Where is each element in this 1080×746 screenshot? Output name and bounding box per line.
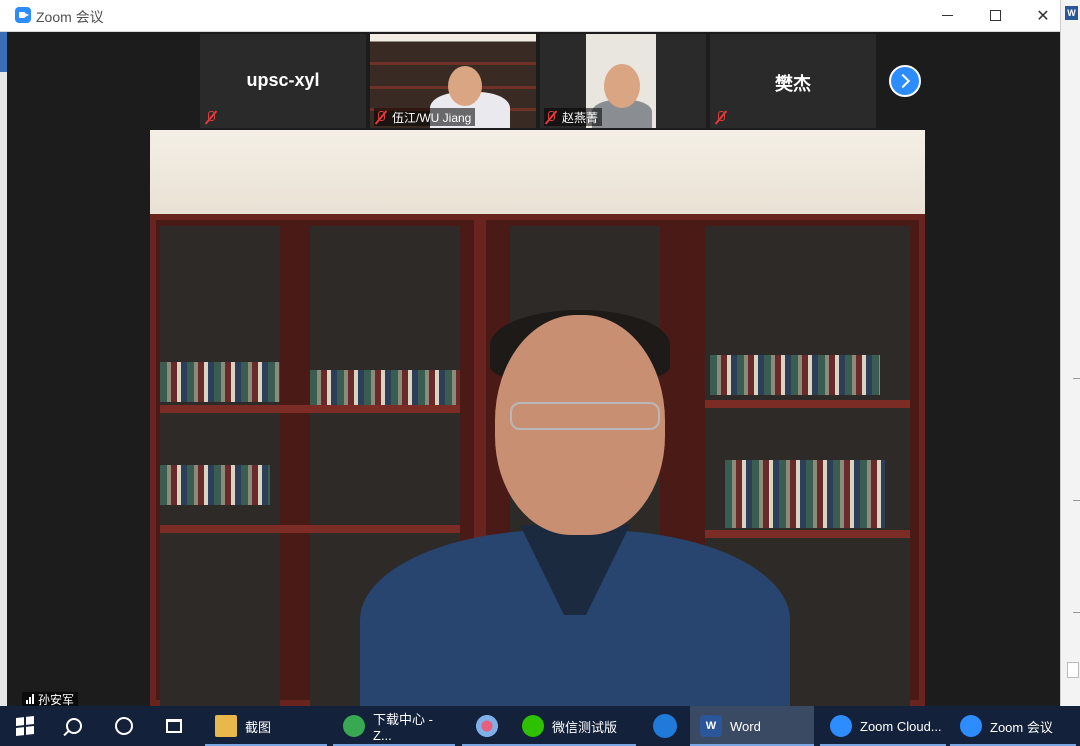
background-word-window[interactable]: W <box>1060 0 1080 706</box>
participant-name: 樊杰 <box>775 74 811 94</box>
mic-muted-icon <box>374 110 388 125</box>
scroll-arrow-icon[interactable] <box>1067 662 1079 678</box>
taskbar-app-download-center[interactable]: 下载中心 - Z... <box>333 706 455 746</box>
task-view-button[interactable] <box>150 706 198 746</box>
active-speaker-video <box>150 130 925 706</box>
participant-label: 伍江/WU Jiang <box>374 108 476 126</box>
window-title: Zoom 会议 <box>36 9 104 25</box>
maximize-icon <box>989 10 1001 21</box>
active-speaker-name: 孙安军 <box>38 692 75 707</box>
taskbar-app-wechat[interactable]: 微信测试版 <box>512 706 636 746</box>
participant-name: 赵燕菁 <box>562 110 599 125</box>
taskbar-app-zoom-cloud[interactable]: Zoom Cloud... <box>820 706 946 746</box>
browser-icon <box>343 715 365 737</box>
windows-taskbar: 截图 下载中心 - Z... 微信测试版 W Word Zoom Cloud..… <box>0 706 1080 746</box>
participant-label <box>714 108 736 126</box>
background-window-edge <box>0 0 7 706</box>
zoom-meeting-window: Zoom 会议 ✕ upsc-xyl 伍江/WU Jiang 赵燕菁 樊杰 孙安… <box>0 0 1060 707</box>
taskbar-app-zoom-meeting[interactable]: Zoom 会议 <box>950 706 1076 746</box>
participant-label: 赵燕菁 <box>544 108 603 126</box>
close-icon: ✕ <box>1036 7 1050 25</box>
participant-tile[interactable]: upsc-xyl <box>200 34 366 128</box>
windows-logo-icon <box>16 716 34 736</box>
taskbar-app-edge[interactable] <box>642 706 688 746</box>
edge-icon <box>653 714 677 738</box>
active-speaker-name-tag: 孙安军 <box>22 692 79 707</box>
taskbar-app-label: Word <box>730 718 761 734</box>
taskbar-app-word[interactable]: W Word <box>690 706 814 746</box>
taskbar-app-screenshots[interactable]: 截图 <box>205 706 327 746</box>
taskbar-app-label: 下载中心 - Z... <box>373 712 433 743</box>
search-icon <box>66 718 82 734</box>
cortana-icon <box>115 717 133 735</box>
mic-muted-icon <box>714 110 728 125</box>
minimize-button[interactable] <box>924 0 970 31</box>
participant-name: 伍江/WU Jiang <box>392 110 472 125</box>
minimize-icon <box>941 15 953 16</box>
taskbar-app-label: 微信测试版 <box>552 719 618 735</box>
search-button[interactable] <box>50 706 98 746</box>
next-page-button[interactable] <box>889 65 921 97</box>
zoom-icon <box>830 715 852 737</box>
participant-name: upsc-xyl <box>246 70 320 90</box>
word-icon: W <box>700 715 722 737</box>
maximize-button[interactable] <box>972 0 1018 31</box>
mic-muted-icon <box>204 110 218 125</box>
task-view-icon <box>166 719 182 733</box>
participant-label <box>204 108 226 126</box>
cortana-button[interactable] <box>100 706 148 746</box>
signal-strength-icon <box>26 694 34 704</box>
mic-muted-icon <box>544 110 558 125</box>
taskbar-app-label: 截图 <box>245 719 272 735</box>
participant-strip: upsc-xyl 伍江/WU Jiang 赵燕菁 樊杰 <box>200 34 880 128</box>
participant-tile[interactable]: 伍江/WU Jiang <box>370 34 536 128</box>
start-button[interactable] <box>0 706 50 746</box>
zoom-icon <box>960 715 982 737</box>
taskbar-app-label: Zoom Cloud... <box>860 718 942 734</box>
taskbar-app-flower[interactable] <box>462 706 512 746</box>
participant-tile[interactable]: 樊杰 <box>710 34 876 128</box>
flower-app-icon <box>476 715 498 737</box>
participant-tile[interactable]: 赵燕菁 <box>540 34 706 128</box>
word-icon: W <box>1065 6 1078 20</box>
folder-icon <box>215 715 237 737</box>
zoom-logo-icon <box>15 7 31 23</box>
taskbar-app-label: Zoom 会议 <box>990 719 1053 735</box>
wechat-icon <box>522 715 544 737</box>
title-bar[interactable]: Zoom 会议 ✕ <box>0 0 1060 32</box>
